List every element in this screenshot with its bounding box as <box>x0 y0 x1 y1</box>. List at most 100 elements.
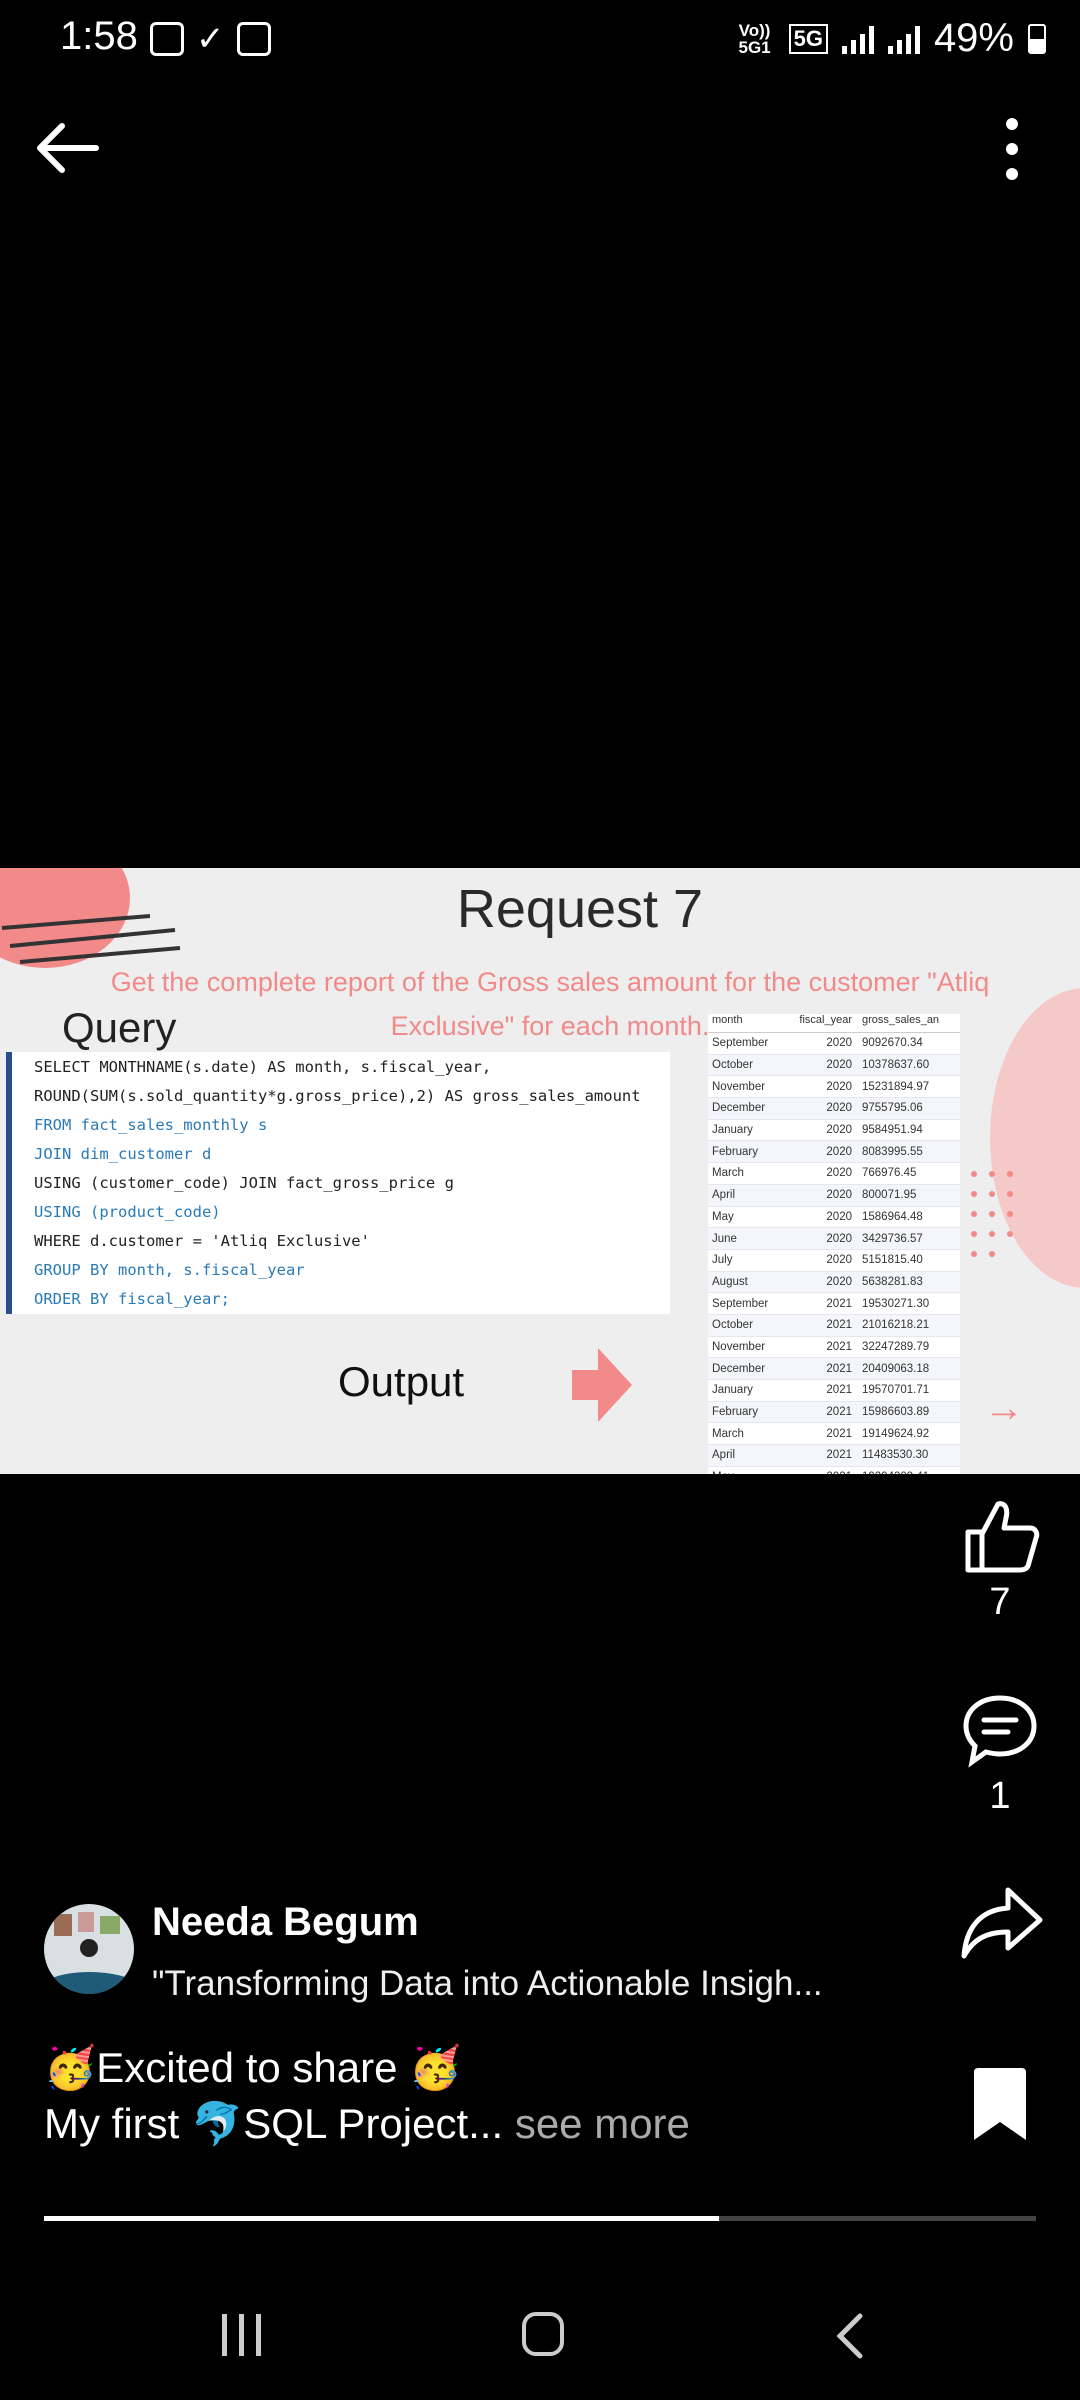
table-row: May202119204309.41 <box>708 1467 960 1474</box>
save-button[interactable] <box>960 2066 1040 2147</box>
network-label: Vo)) 5G1 <box>738 20 771 57</box>
table-cell: March <box>712 1167 744 1180</box>
table-cell: November <box>712 1340 766 1353</box>
table-cell: 19149624.92 <box>862 1427 930 1440</box>
table-header: month fiscal_year gross_sales_an <box>708 1014 960 1033</box>
table-row: June 2020 3429736.57 <box>708 1228 960 1250</box>
table-row: May 2020 1586964.48 <box>708 1207 960 1229</box>
comment-button[interactable]: 1 <box>960 1690 1040 1818</box>
like-count: 7 <box>989 1581 1011 1623</box>
table-cell: 19530271.30 <box>862 1297 930 1310</box>
table-cell: 21016218.21 <box>862 1319 930 1332</box>
table-cell: 2020 <box>826 1232 852 1245</box>
table-cell: 2020 <box>826 1059 852 1072</box>
table-cell: November <box>712 1080 766 1093</box>
caption-text: My first 🐬SQL Project... <box>44 2100 504 2147</box>
post-image[interactable]: Request 7 Get the complete report of the… <box>0 868 1080 1474</box>
table-row: October 2020 10378637.60 <box>708 1054 960 1077</box>
share-icon <box>961 1887 1043 1959</box>
see-more-link[interactable]: see more <box>503 2100 690 2147</box>
output-table: month fiscal_year gross_sales_an Septemb… <box>708 1014 960 1474</box>
table-cell: 1586964.48 <box>862 1210 923 1223</box>
code-line: JOIN dim_customer d <box>34 1145 212 1163</box>
table-row: July 2020 5151815.40 <box>708 1250 960 1272</box>
signal-icon-2 <box>887 24 920 54</box>
author-tagline: "Transforming Data into Actionable Insig… <box>152 1964 823 2003</box>
table-cell: 19204309.41 <box>858 1471 960 1474</box>
signal-icon <box>841 24 874 54</box>
table-cell: 10378637.60 <box>862 1059 930 1072</box>
table-cell: 15986603.89 <box>862 1406 930 1419</box>
table-cell: 5151815.40 <box>862 1254 923 1267</box>
table-cell: 9584951.94 <box>862 1124 923 1137</box>
table-cell: 2020 <box>826 1167 852 1180</box>
table-cell: May <box>708 1471 786 1474</box>
thumbs-up-icon <box>965 1501 1040 1573</box>
table-row: October 2021 21016218.21 <box>708 1314 960 1337</box>
table-cell: October <box>712 1319 753 1332</box>
check-icon: ✓ <box>196 20 225 58</box>
table-cell: 2021 <box>826 1406 852 1419</box>
table-cell: October <box>712 1059 753 1072</box>
table-row: January 2021 19570701.71 <box>708 1380 960 1402</box>
table-cell: September <box>712 1037 769 1050</box>
column-header: month <box>712 1014 743 1026</box>
arrow-left-icon[interactable] <box>34 118 104 178</box>
avatar[interactable] <box>44 1904 134 1994</box>
battery-icon <box>1028 23 1046 54</box>
table-cell: August <box>712 1275 748 1288</box>
code-line: SELECT MONTHNAME(s.date) AS month, s.fis… <box>34 1058 492 1076</box>
table-cell: 800071.95 <box>862 1189 917 1202</box>
bookmark-icon <box>974 2068 1026 2140</box>
table-cell: 2020 <box>826 1102 852 1115</box>
table-cell: May <box>712 1210 734 1223</box>
progress-fill <box>44 2216 719 2221</box>
table-cell: 2021 <box>826 1449 852 1462</box>
table-cell: 2021 <box>826 1319 852 1332</box>
table-cell: December <box>712 1102 766 1115</box>
table-row: March 2020 766976.45 <box>708 1163 960 1185</box>
table-cell: April <box>712 1189 736 1202</box>
nav-back-icon[interactable] <box>830 2312 870 2360</box>
table-cell: 2020 <box>826 1037 852 1050</box>
table-row: November 2021 32247289.79 <box>708 1337 960 1359</box>
table-cell: 20409063.18 <box>862 1362 930 1375</box>
table-cell: 2020 <box>826 1189 852 1202</box>
table-cell: 2020 <box>826 1080 852 1093</box>
table-row: November 2020 15231894.97 <box>708 1076 960 1099</box>
table-cell: April <box>712 1449 736 1462</box>
code-line: ROUND(SUM(s.sold_quantity*g.gross_price)… <box>34 1087 641 1105</box>
table-cell: 9092670.34 <box>862 1037 923 1050</box>
decor-dots <box>971 1171 1013 1257</box>
table-row: February 2020 8083995.55 <box>708 1141 960 1164</box>
output-label: Output <box>338 1358 465 1405</box>
code-line: USING (product_code) <box>34 1203 221 1221</box>
table-cell: 9755795.06 <box>862 1102 923 1115</box>
table-row: September 2021 19530271.30 <box>708 1293 960 1315</box>
table-cell: 2021 <box>826 1340 852 1353</box>
table-cell: December <box>712 1362 766 1375</box>
table-cell: 3429736.57 <box>862 1232 923 1245</box>
recent-apps-icon[interactable] <box>222 2314 261 2356</box>
like-button[interactable]: 7 <box>960 1496 1040 1624</box>
table-cell: 2021 <box>826 1362 852 1375</box>
more-vertical-icon[interactable] <box>1000 118 1024 180</box>
table-cell: March <box>712 1427 744 1440</box>
table-row: December 2020 9755795.06 <box>708 1098 960 1120</box>
comment-count: 1 <box>989 1775 1011 1817</box>
video-progress-bar[interactable] <box>44 2216 1036 2221</box>
home-icon[interactable] <box>522 2312 564 2356</box>
table-cell: 15231894.97 <box>862 1080 930 1093</box>
author-name[interactable]: Needa Begum <box>152 1900 419 1945</box>
table-cell: 2021 <box>826 1297 852 1310</box>
code-line: WHERE d.customer = 'Atliq Exclusive' <box>34 1232 370 1250</box>
table-cell: February <box>712 1406 759 1419</box>
table-row: April 2020 800071.95 <box>708 1184 960 1207</box>
caption-line-2[interactable]: My first 🐬SQL Project... see more <box>44 2100 690 2149</box>
table-row: December 2021 20409063.18 <box>708 1358 960 1380</box>
column-header: gross_sales_an <box>862 1014 940 1026</box>
next-arrow-icon: → <box>984 1386 1024 1430</box>
network-type: 5G <box>788 23 828 54</box>
query-label: Query <box>62 1004 177 1051</box>
share-button[interactable] <box>960 1884 1043 1969</box>
